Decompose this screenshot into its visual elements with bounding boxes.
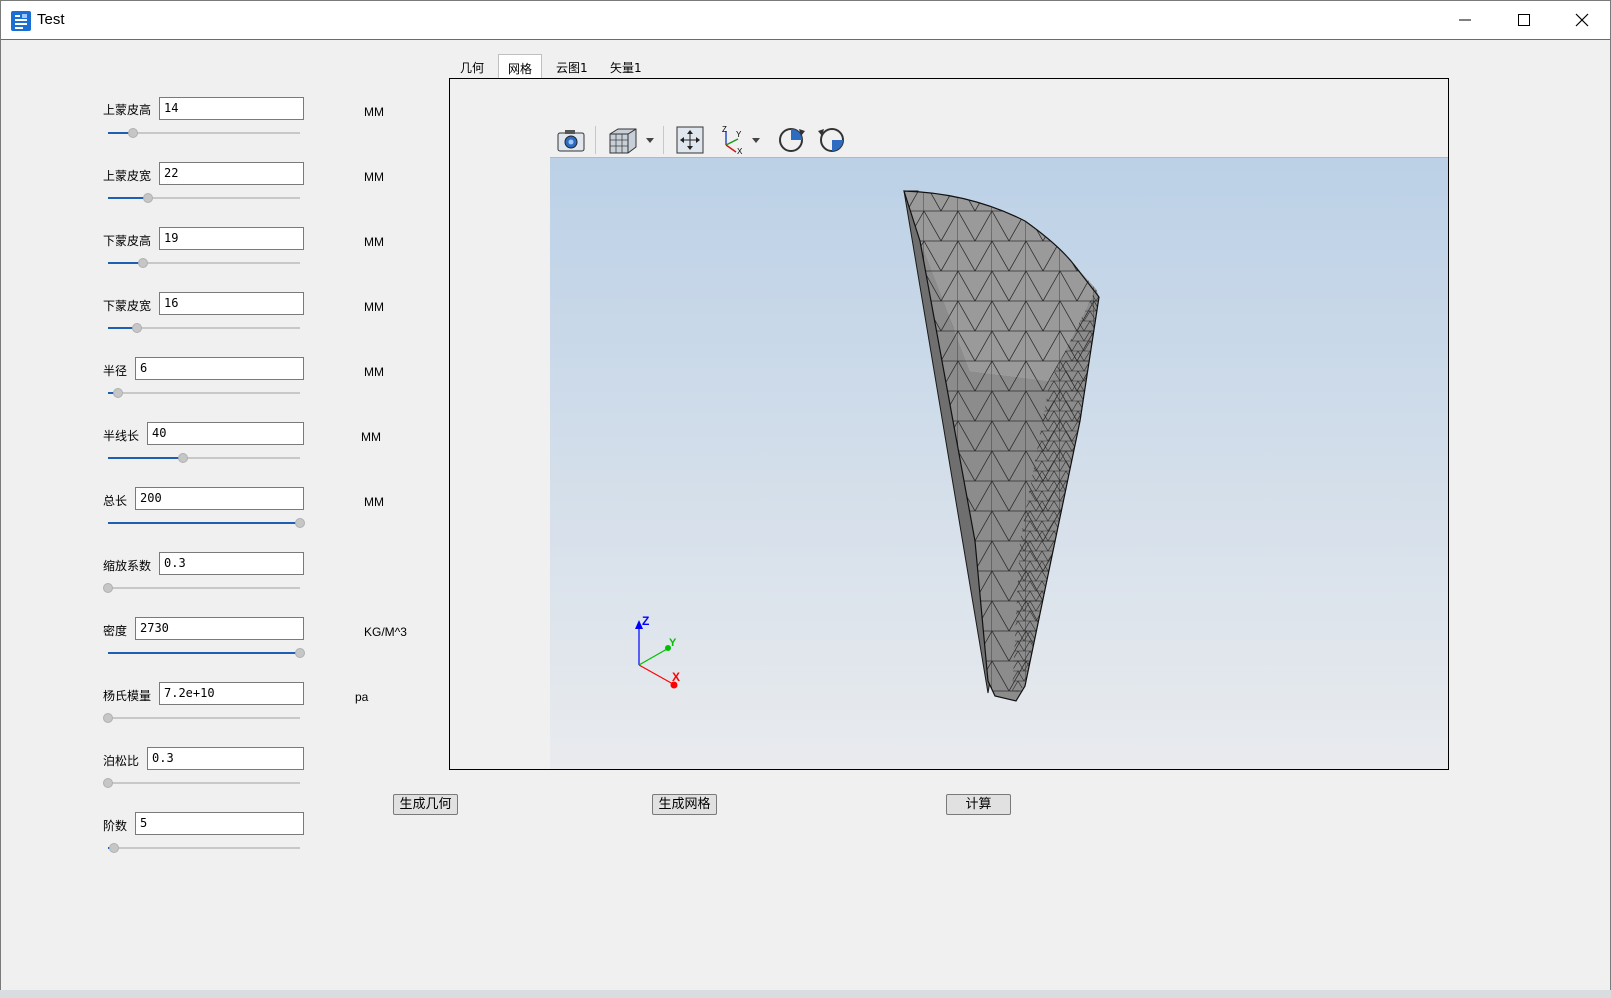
lower-skin-height-input[interactable]: 19: [159, 227, 304, 250]
unit-label: pa: [355, 690, 369, 704]
tab-mesh[interactable]: 网格: [498, 54, 543, 79]
youngs-modulus-input[interactable]: 7.2e+10: [159, 682, 304, 705]
slider-thumb[interactable]: [137, 258, 148, 268]
svg-text:Z: Z: [722, 125, 727, 134]
param-label-density: 密度: [103, 624, 128, 638]
slider-thumb[interactable]: [177, 453, 188, 463]
order-input[interactable]: 5: [135, 812, 304, 835]
compute-button[interactable]: 计算: [946, 794, 1011, 815]
maximize-icon: [1518, 14, 1530, 26]
density-slider[interactable]: [108, 647, 305, 659]
unit-label: KG/M^3: [364, 625, 407, 639]
param-label-lower-skin-height: 下蒙皮高: [103, 234, 152, 248]
upper-skin-height-slider[interactable]: [108, 127, 300, 139]
unit-label: MM: [364, 235, 384, 249]
scale-factor-input[interactable]: 0.3: [159, 552, 304, 575]
param-label-radius: 半径: [103, 364, 128, 378]
param-label-total-length: 总长: [103, 494, 128, 508]
axis-orientation-icon[interactable]: ZYX: [716, 125, 764, 156]
slider-thumb[interactable]: [131, 323, 142, 333]
mesh-viewer[interactable]: Z Y X: [550, 121, 1448, 769]
close-button[interactable]: [1554, 1, 1610, 40]
poisson-ratio-input[interactable]: 0.3: [147, 747, 304, 770]
fit-view-icon[interactable]: [674, 125, 706, 155]
viewer-toolbar: ZYX: [550, 121, 1448, 158]
close-icon: [1575, 13, 1589, 27]
slider-thumb[interactable]: [103, 778, 113, 788]
axis-z-label: Z: [642, 614, 649, 628]
total-length-input[interactable]: 200: [135, 487, 304, 510]
upper-skin-width-slider[interactable]: [108, 192, 300, 204]
param-label-half-line-length: 半线长: [103, 429, 140, 443]
slider-thumb[interactable]: [103, 713, 113, 723]
upper-skin-width-input[interactable]: 22: [159, 162, 304, 185]
total-length-slider[interactable]: [108, 517, 305, 529]
title-bar[interactable]: Test: [1, 1, 1610, 40]
slider-thumb[interactable]: [143, 193, 154, 203]
upper-skin-height-input[interactable]: 14: [159, 97, 304, 120]
half-line-length-slider[interactable]: [108, 452, 300, 464]
view-cube-icon[interactable]: [606, 125, 656, 155]
slider-thumb[interactable]: [112, 388, 123, 398]
density-input[interactable]: 2730: [135, 617, 304, 640]
svg-text:Y: Y: [736, 130, 742, 139]
slider-thumb[interactable]: [108, 843, 119, 853]
half-line-length-input[interactable]: 40: [147, 422, 304, 445]
lower-skin-width-input[interactable]: 16: [159, 292, 304, 315]
unit-label: MM: [364, 495, 384, 509]
tab-contour-1[interactable]: 云图1: [547, 54, 597, 79]
rotate-clockwise-icon[interactable]: [775, 125, 807, 155]
generate-mesh-button[interactable]: 生成网格: [652, 794, 717, 815]
order-slider[interactable]: [108, 842, 300, 854]
unit-label: MM: [364, 105, 384, 119]
mesh-scene: Z Y X: [635, 190, 1100, 702]
window-title: Test: [37, 11, 65, 28]
maximize-button[interactable]: [1496, 1, 1552, 40]
param-label-upper-skin-height: 上蒙皮高: [103, 103, 152, 117]
scale-factor-slider[interactable]: [103, 582, 300, 594]
param-label-lower-skin-width: 下蒙皮宽: [103, 299, 152, 313]
axis-x-label: X: [672, 670, 680, 684]
tab-geometry[interactable]: 几何: [451, 54, 493, 79]
radius-input[interactable]: 6: [135, 357, 304, 380]
axis-y-label: Y: [669, 637, 677, 649]
radius-slider[interactable]: [108, 387, 300, 399]
unit-label: MM: [364, 170, 384, 184]
lower-skin-height-slider[interactable]: [108, 257, 300, 269]
app-icon: [11, 11, 31, 31]
unit-label: MM: [361, 430, 381, 444]
slider-thumb[interactable]: [295, 518, 305, 528]
slider-thumb[interactable]: [295, 648, 305, 658]
unit-label: MM: [364, 300, 384, 314]
generate-geometry-button[interactable]: 生成几何: [393, 794, 458, 815]
rotate-counterclockwise-icon[interactable]: [816, 125, 848, 155]
param-label-scale-factor: 缩放系数: [103, 559, 152, 573]
camera-icon[interactable]: [555, 125, 587, 155]
param-label-order: 阶数: [103, 819, 128, 833]
slider-thumb[interactable]: [127, 128, 138, 138]
tab-vector-1[interactable]: 矢量1: [601, 54, 651, 79]
param-label-upper-skin-width: 上蒙皮宽: [103, 169, 152, 183]
slider-thumb[interactable]: [103, 583, 113, 593]
param-label-youngs-modulus: 杨氏模量: [103, 689, 152, 703]
unit-label: MM: [364, 365, 384, 379]
svg-text:X: X: [737, 147, 743, 155]
minimize-icon: [1459, 19, 1471, 21]
minimize-button[interactable]: [1437, 1, 1493, 40]
poisson-ratio-slider[interactable]: [103, 777, 300, 789]
param-label-poisson-ratio: 泊松比: [103, 754, 140, 768]
main-window: Test 上蒙皮高 14 MM 上蒙皮宽 22 MM 下蒙皮高 19 MM 下蒙…: [0, 0, 1611, 992]
axis-triad: Z Y X: [635, 614, 680, 689]
lower-skin-width-slider[interactable]: [108, 322, 300, 334]
youngs-modulus-slider[interactable]: [103, 712, 300, 724]
taskbar-edge: [0, 990, 1611, 998]
